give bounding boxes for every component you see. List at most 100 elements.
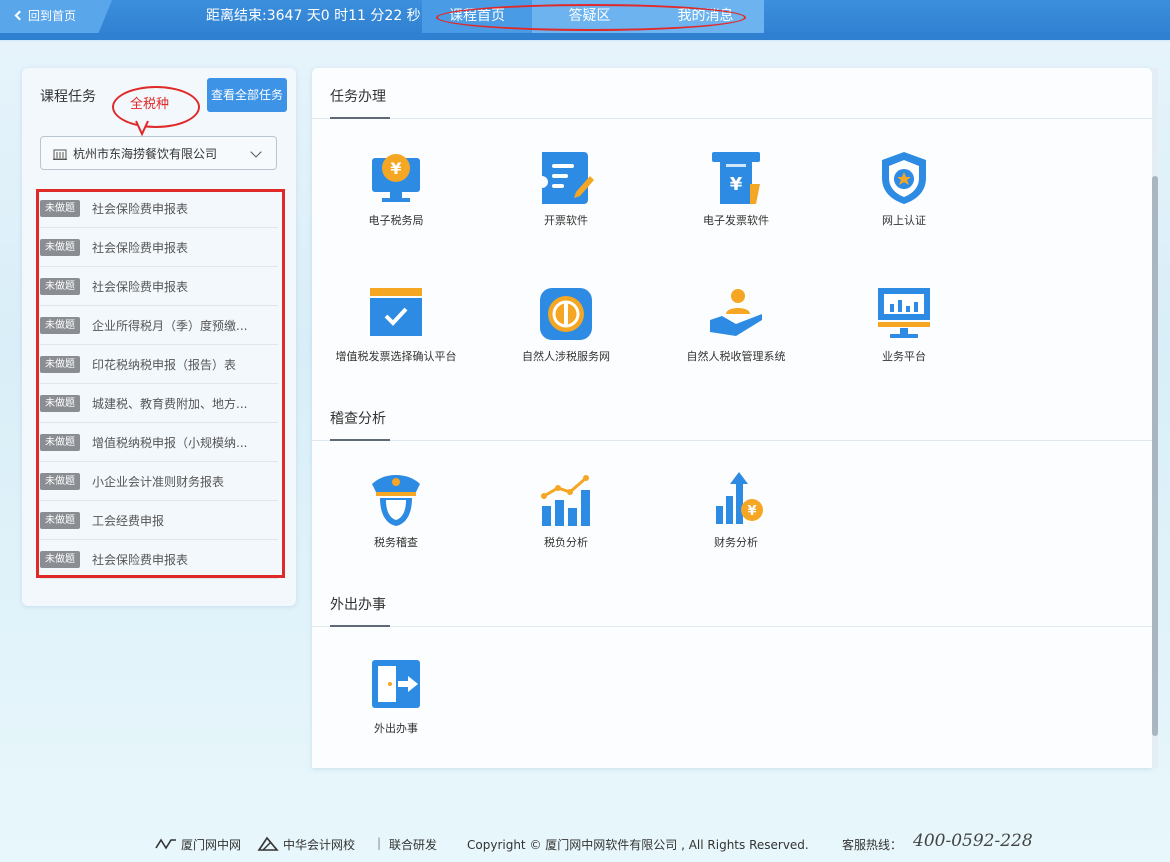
- tile-individual-tax-service[interactable]: 自然人涉税服务网: [486, 284, 646, 374]
- annotation-callout-text: 全税种: [130, 97, 170, 112]
- tile-label: 税负分析: [544, 536, 588, 549]
- task-item[interactable]: 未做题 企业所得税月（季）度预缴...: [40, 306, 278, 345]
- task-name: 小企业会计准则财务报表: [92, 475, 225, 489]
- footer-hotline-label: 客服热线：: [842, 838, 903, 852]
- status-badge: 未做题: [40, 434, 80, 451]
- building-icon: [53, 149, 67, 160]
- back-to-home-button[interactable]: 回到首页: [0, 0, 112, 33]
- status-badge: 未做题: [40, 239, 80, 256]
- tile-label: 网上认证: [882, 214, 926, 227]
- status-badge: 未做题: [40, 473, 80, 490]
- going-out-icon: [372, 660, 420, 708]
- e-tax-bureau-icon: ¥: [372, 154, 420, 202]
- tile-e-tax-bureau[interactable]: ¥ 电子税务局: [316, 148, 476, 238]
- section-divider: [312, 118, 1152, 119]
- section-divider: [312, 626, 1152, 627]
- tile-label: 开票软件: [544, 214, 588, 227]
- tile-e-invoice-software[interactable]: ¥ 电子发票软件: [656, 148, 816, 238]
- tax-burden-analysis-icon: [541, 475, 590, 526]
- tile-financial-analysis[interactable]: ¥ 财务分析: [656, 470, 816, 560]
- status-badge: 未做题: [40, 200, 80, 217]
- status-badge: 未做题: [40, 551, 80, 568]
- status-badge: 未做题: [40, 317, 80, 334]
- company-select[interactable]: 杭州市东海捞餐饮有限公司: [40, 136, 277, 170]
- main-panel: 任务办理 ¥ 电子税务局 开票软件 ¥ 电子发票软件 网上认证 增值税发票选择确…: [312, 68, 1152, 768]
- task-name: 社会保险费申报表: [92, 202, 189, 216]
- course-tasks-panel: 课程任务 查看全部任务 杭州市东海捞餐饮有限公司 未做题 社会保险费申报表 未做…: [22, 68, 296, 606]
- individual-tax-service-icon: [540, 288, 592, 340]
- tile-online-certification[interactable]: 网上认证: [824, 148, 984, 238]
- footer-joint: 联合研发: [389, 838, 438, 852]
- task-item[interactable]: 未做题 城建税、教育费附加、地方...: [40, 384, 278, 423]
- panel-title: 课程任务: [40, 89, 96, 105]
- online-certification-icon: [882, 152, 926, 204]
- section-underline: [330, 439, 390, 441]
- task-name: 社会保险费申报表: [92, 553, 189, 567]
- tile-going-out[interactable]: 外出办事: [316, 656, 476, 746]
- chinaacc-logo-icon: [257, 836, 279, 851]
- status-badge: 未做题: [40, 512, 80, 529]
- status-badge: 未做题: [40, 356, 80, 373]
- section-underline: [330, 625, 390, 627]
- e-invoice-software-icon: ¥: [712, 152, 760, 204]
- footer-brand-2: 中华会计网校: [283, 838, 356, 852]
- status-badge: 未做题: [40, 395, 80, 412]
- footer: 厦门网中网 中华会计网校 | 联合研发 Copyright © 厦门网中网软件有…: [155, 830, 1055, 856]
- tile-invoicing-software[interactable]: 开票软件: [486, 148, 646, 238]
- individual-tax-management-icon: [710, 289, 762, 336]
- svg-text:¥: ¥: [390, 159, 401, 178]
- tile-tax-burden-analysis[interactable]: 税负分析: [486, 470, 646, 560]
- footer-copyright: Copyright © 厦门网中网软件有限公司 , All Rights Res…: [467, 838, 809, 852]
- svg-text:¥: ¥: [747, 504, 756, 519]
- task-item[interactable]: 未做题 印花税纳税申报（报告）表: [40, 345, 278, 384]
- task-item[interactable]: 未做题 社会保险费申报表: [40, 228, 278, 267]
- task-item[interactable]: 未做题 小企业会计准则财务报表: [40, 462, 278, 501]
- section-divider: [312, 440, 1152, 441]
- invoicing-software-icon: [542, 152, 594, 204]
- task-name: 增值税纳税申报（小规模纳...: [92, 436, 248, 450]
- task-item[interactable]: 未做题 社会保险费申报表: [40, 189, 278, 228]
- section-underline: [330, 117, 390, 119]
- chevron-left-icon: [14, 10, 25, 21]
- tile-business-platform[interactable]: 业务平台: [824, 284, 984, 374]
- company-name: 杭州市东海捞餐饮有限公司: [73, 147, 218, 161]
- section-title-tasks: 任务办理: [330, 89, 386, 105]
- tile-vat-invoice-confirm[interactable]: 增值税发票选择确认平台: [316, 284, 476, 374]
- business-platform-icon: [878, 288, 930, 338]
- annotation-oval-nav: [436, 4, 746, 31]
- back-to-home-label: 回到首页: [28, 9, 77, 23]
- tile-label: 电子税务局: [368, 214, 424, 227]
- scrollbar-thumb[interactable]: [1152, 176, 1158, 736]
- svg-text:¥: ¥: [730, 174, 743, 195]
- task-name: 社会保险费申报表: [92, 241, 189, 255]
- task-name: 工会经费申报: [92, 514, 165, 528]
- task-item[interactable]: 未做题 工会经费申报: [40, 501, 278, 540]
- tile-label: 外出办事: [374, 722, 418, 735]
- countdown-timer: 距离结束:3647 天0 时11 分22 秒: [206, 8, 421, 24]
- view-all-tasks-button[interactable]: 查看全部任务: [207, 78, 287, 112]
- callout-tail: [135, 120, 149, 136]
- tax-inspection-icon: [372, 475, 420, 526]
- tile-label: 税务稽查: [374, 536, 418, 549]
- wangzhongwang-logo-icon: [155, 838, 176, 850]
- footer-brand-1: 厦门网中网: [181, 838, 242, 852]
- task-name: 社会保险费申报表: [92, 280, 189, 294]
- chevron-down-icon: [250, 146, 262, 158]
- top-bar-shadow: [0, 32, 1170, 42]
- task-item[interactable]: 未做题 增值税纳税申报（小规模纳...: [40, 423, 278, 462]
- footer-hotline-number: 400-0592-228: [913, 831, 1033, 851]
- tile-label: 自然人税收管理系统: [686, 350, 786, 363]
- tile-label: 电子发票软件: [703, 214, 769, 227]
- section-title-inspection: 稽查分析: [330, 411, 386, 427]
- tile-individual-tax-management[interactable]: 自然人税收管理系统: [656, 284, 816, 374]
- tile-label: 财务分析: [714, 536, 758, 549]
- vat-invoice-confirm-icon: [370, 288, 422, 336]
- financial-analysis-icon: ¥: [716, 472, 763, 524]
- tile-tax-inspection[interactable]: 税务稽查: [316, 470, 476, 560]
- section-title-going-out: 外出办事: [330, 597, 386, 613]
- task-name: 城建税、教育费附加、地方...: [92, 397, 248, 411]
- tile-label: 增值税发票选择确认平台: [335, 350, 457, 363]
- task-item[interactable]: 未做题 社会保险费申报表: [40, 267, 278, 306]
- task-item[interactable]: 未做题 社会保险费申报表: [40, 540, 278, 579]
- task-name: 企业所得税月（季）度预缴...: [92, 319, 248, 333]
